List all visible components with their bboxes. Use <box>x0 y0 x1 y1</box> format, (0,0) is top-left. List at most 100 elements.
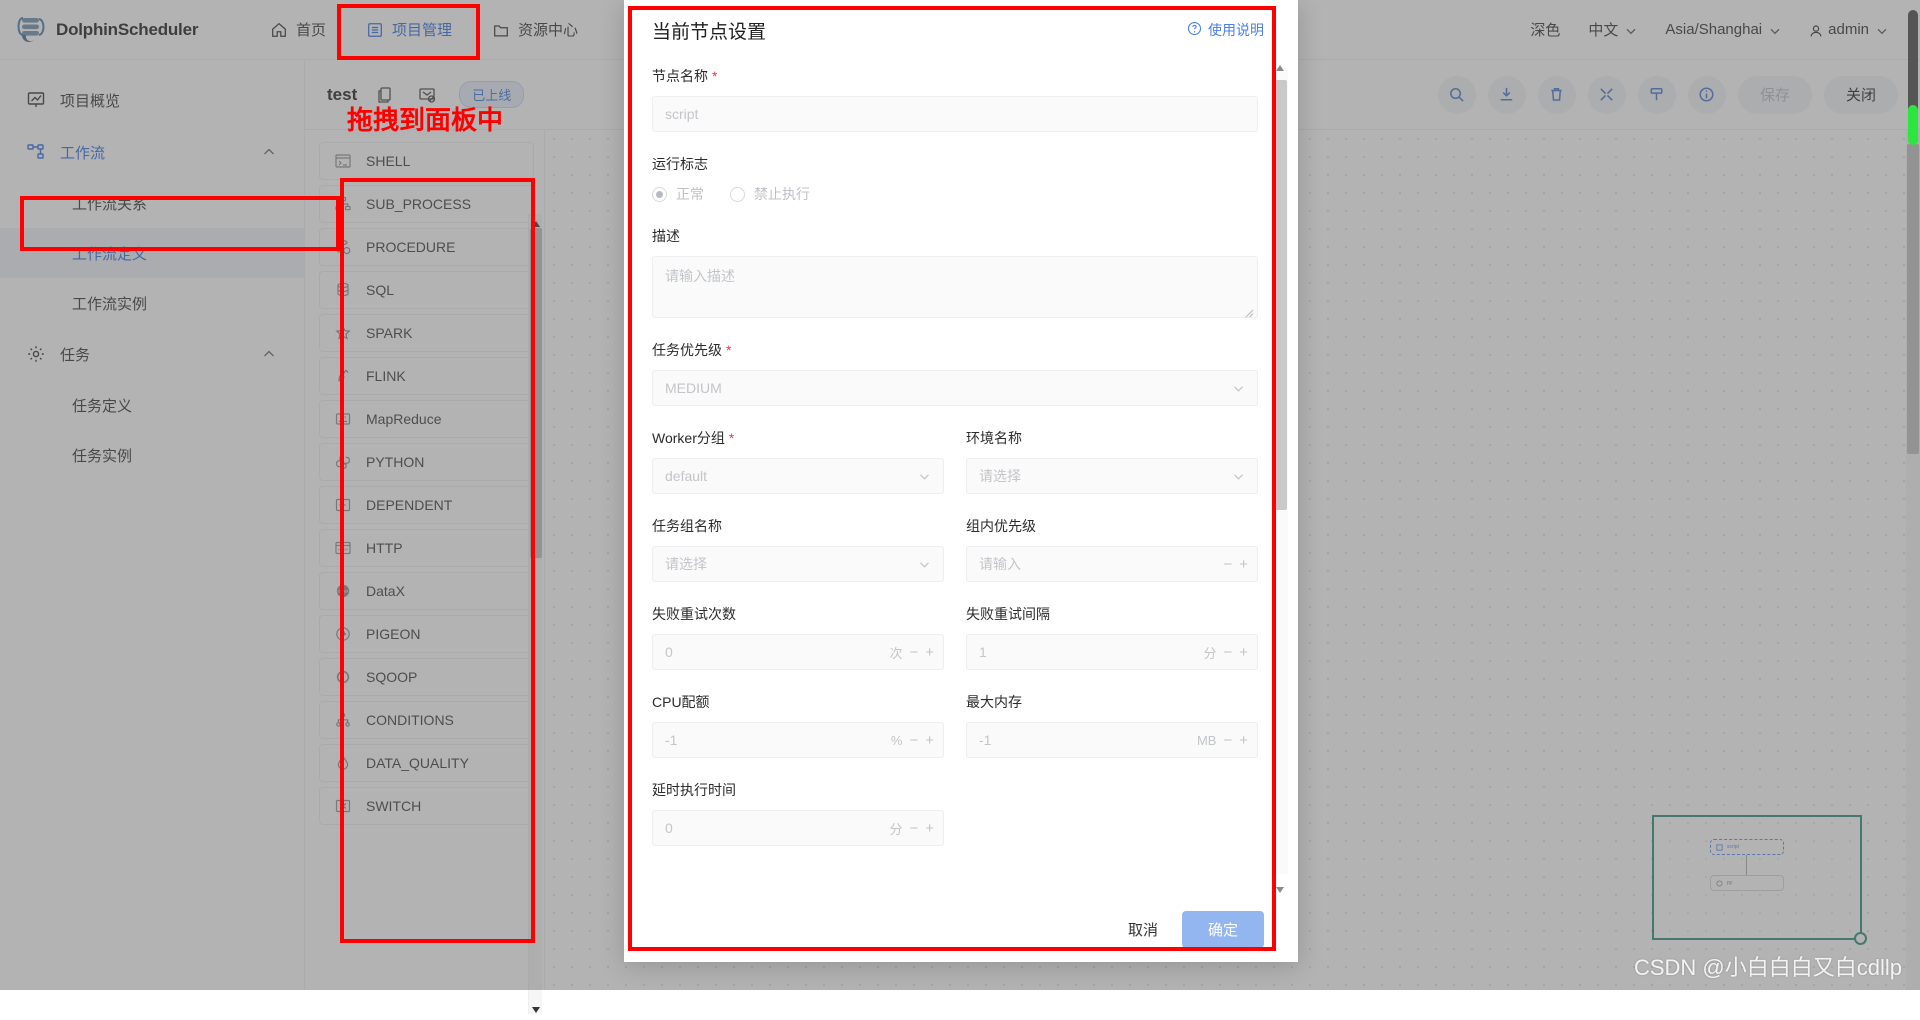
label-environment-name: 环境名称 <box>966 430 1022 446</box>
run-flag-radio-group: 正常 禁止执行 <box>652 184 1258 204</box>
decrement-button[interactable]: − <box>1223 556 1232 573</box>
cpu-quota-stepper[interactable]: -1 % − + <box>652 722 944 758</box>
cpu-quota-placeholder: -1 <box>665 732 678 748</box>
field-max-memory: 最大内存 -1 MB − + <box>966 692 1258 758</box>
decrement-button[interactable]: − <box>909 644 918 661</box>
field-task-priority: 任务优先级 * MEDIUM <box>652 340 1258 406</box>
task-group-name-select[interactable]: 请选择 <box>652 546 944 582</box>
decrement-button[interactable]: − <box>909 820 918 837</box>
increment-button[interactable]: + <box>1239 556 1248 573</box>
label-max-memory: 最大内存 <box>966 694 1022 710</box>
field-environment-name: 环境名称 请选择 <box>966 428 1258 494</box>
row-worker-environment: Worker分组 * default 环境名称 请选择 <box>652 428 1258 494</box>
radio-normal[interactable]: 正常 <box>652 184 704 204</box>
dialog-scroll-track[interactable] <box>1272 68 1288 874</box>
chevron-down-icon <box>1232 470 1245 483</box>
field-delay-execution-time: 延时执行时间 0 分 − + <box>652 780 944 846</box>
delay-execution-time-placeholder: 0 <box>665 820 673 836</box>
radio-label: 正常 <box>676 186 704 202</box>
row-delay: 延时执行时间 0 分 − + <box>652 780 1258 846</box>
radio-forbidden[interactable]: 禁止执行 <box>730 184 810 204</box>
unit-label: 次 <box>889 645 903 661</box>
field-worker-group: Worker分组 * default <box>652 428 944 494</box>
field-node-name: 节点名称 * script <box>652 66 1258 132</box>
environment-name-placeholder: 请选择 <box>979 468 1021 484</box>
label-node-name: 节点名称 * <box>652 66 1258 86</box>
stepper-controls: % − + <box>891 722 934 758</box>
unit-label: 分 <box>889 821 903 837</box>
label-task-priority: 任务优先级 * <box>652 340 1258 360</box>
confirm-button[interactable]: 确定 <box>1181 910 1264 948</box>
stepper-controls: MB − + <box>1197 722 1248 758</box>
max-memory-stepper[interactable]: -1 MB − + <box>966 722 1258 758</box>
increment-button[interactable]: + <box>925 820 934 837</box>
window-scrollbar[interactable] <box>1906 0 1920 990</box>
field-failed-retry-interval: 失败重试间隔 1 分 − + <box>966 604 1258 670</box>
field-task-group-name: 任务组名称 请选择 <box>652 516 944 582</box>
help-icon <box>1187 21 1202 39</box>
chevron-down-icon <box>1232 382 1245 395</box>
unit-label: 分 <box>1203 645 1217 661</box>
unit-label: MB <box>1196 732 1217 748</box>
label-cpu-quota: CPU配额 <box>652 694 710 710</box>
dialog-header: 当前节点设置 使用说明 <box>624 0 1298 60</box>
scroll-down-icon[interactable] <box>531 1002 541 1013</box>
label-failed-retry-times: 失败重试次数 <box>652 606 736 622</box>
radio-label: 禁止执行 <box>754 186 810 202</box>
label-group-priority: 组内优先级 <box>966 518 1036 534</box>
task-priority-value: MEDIUM <box>665 380 722 396</box>
row-taskgroup-priority: 任务组名称 请选择 组内优先级 请输入 − + <box>652 516 1258 582</box>
field-group-priority: 组内优先级 请输入 − + <box>966 516 1258 582</box>
radio-dot <box>730 186 745 202</box>
increment-button[interactable]: + <box>1239 644 1248 661</box>
increment-button[interactable]: + <box>925 644 934 661</box>
label-text: 任务优先级 <box>652 342 722 358</box>
increment-button[interactable]: + <box>1239 732 1248 749</box>
usage-instructions-label: 使用说明 <box>1208 22 1264 38</box>
stepper-controls: 分 − + <box>1203 634 1248 670</box>
task-priority-select[interactable]: MEDIUM <box>652 370 1258 406</box>
label-failed-retry-interval: 失败重试间隔 <box>966 606 1050 622</box>
decrement-button[interactable]: − <box>909 732 918 749</box>
environment-name-select[interactable]: 请选择 <box>966 458 1258 494</box>
delay-execution-time-stepper[interactable]: 0 分 − + <box>652 810 944 846</box>
row-resources: CPU配额 -1 % − + 最大内存 -1 MB − + <box>652 692 1258 758</box>
field-description: 描述 请输入描述 <box>652 226 1258 318</box>
stepper-controls: 分 − + <box>889 810 934 846</box>
scroll-down-icon[interactable] <box>1275 882 1285 893</box>
failed-retry-interval-stepper[interactable]: 1 分 − + <box>966 634 1258 670</box>
radio-dot-selected <box>652 186 667 202</box>
worker-group-value: default <box>665 468 708 484</box>
label-task-group-name: 任务组名称 <box>652 518 722 534</box>
task-group-name-placeholder: 请选择 <box>665 556 707 572</box>
row-retry: 失败重试次数 0 次 − + 失败重试间隔 1 分 − + <box>652 604 1258 670</box>
failed-retry-times-stepper[interactable]: 0 次 − + <box>652 634 944 670</box>
stepper-controls: − + <box>1223 546 1248 582</box>
stepper-controls: 次 − + <box>889 634 934 670</box>
dialog-scrollbar[interactable] <box>1272 60 1288 896</box>
required-marker: * <box>712 68 718 84</box>
description-textarea[interactable]: 请输入描述 <box>652 256 1258 318</box>
dialog-scroll-thumb[interactable] <box>1273 80 1287 510</box>
group-priority-input[interactable]: 请输入 <box>966 546 1258 582</box>
field-cpu-quota: CPU配额 -1 % − + <box>652 692 944 758</box>
node-name-input[interactable]: script <box>652 96 1258 132</box>
window-scroll-indicator <box>1908 105 1918 145</box>
cancel-button[interactable]: 取消 <box>1118 919 1168 940</box>
usage-instructions-link[interactable]: 使用说明 <box>1187 20 1264 40</box>
decrement-button[interactable]: − <box>1223 732 1232 749</box>
group-priority-stepper[interactable]: 请输入 − + <box>966 546 1258 582</box>
field-run-flag: 运行标志 正常 禁止执行 <box>652 154 1258 204</box>
decrement-button[interactable]: − <box>1223 644 1232 661</box>
increment-button[interactable]: + <box>925 732 934 749</box>
label-delay-execution-time: 延时执行时间 <box>652 782 736 798</box>
field-failed-retry-times: 失败重试次数 0 次 − + <box>652 604 944 670</box>
max-memory-placeholder: -1 <box>979 732 992 748</box>
unit-label: % <box>890 732 903 748</box>
chevron-down-icon <box>918 558 931 571</box>
resize-grip-icon[interactable] <box>1245 305 1254 318</box>
scroll-up-icon[interactable] <box>1275 60 1285 71</box>
worker-group-select[interactable]: default <box>652 458 944 494</box>
label-run-flag: 运行标志 <box>652 156 708 172</box>
node-name-placeholder: script <box>665 106 699 122</box>
